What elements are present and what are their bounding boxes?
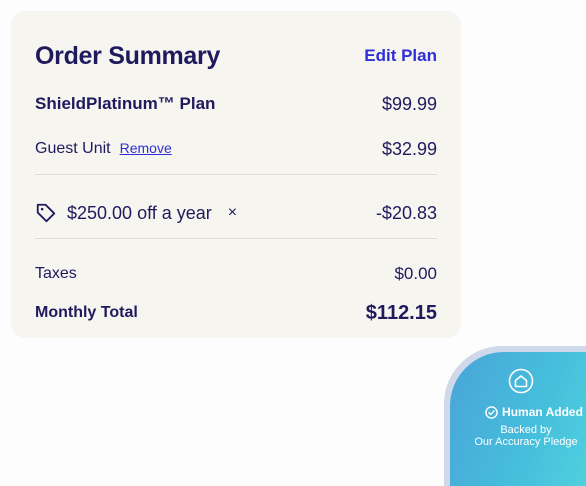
promo-label-group: $250.00 off a year ×: [35, 202, 237, 224]
guest-unit-line-item: Guest Unit Remove $32.99: [35, 136, 437, 162]
promo-description: $250.00 off a year: [67, 202, 212, 223]
remove-guest-unit-link[interactable]: Remove: [120, 140, 172, 156]
remove-promo-button[interactable]: ×: [228, 204, 237, 222]
order-summary-header: Order Summary Edit Plan: [35, 39, 437, 73]
guest-unit-label-group: Guest Unit Remove: [35, 140, 172, 158]
badge-body: Human Added Backed by Our Accuracy Pledg…: [450, 352, 586, 486]
promo-amount: -$20.83: [375, 202, 437, 223]
divider: [35, 238, 437, 239]
guest-unit-price: $32.99: [381, 138, 437, 159]
taxes-value: $0.00: [394, 264, 437, 283]
edit-plan-link[interactable]: Edit Plan: [364, 46, 437, 66]
taxes-line-item: Taxes $0.00: [35, 263, 437, 285]
home-shield-icon: [508, 368, 534, 394]
plan-name: ShieldPlatinum™ Plan: [35, 94, 216, 113]
badge-subtitle-line2: Our Accuracy Pledge: [474, 436, 578, 448]
taxes-label: Taxes: [35, 265, 77, 282]
human-added-badge[interactable]: Human Added Backed by Our Accuracy Pledg…: [444, 346, 586, 486]
monthly-total-label: Monthly Total: [35, 304, 138, 321]
monthly-total-value: $112.15: [365, 301, 437, 324]
badge-title-row: Human Added: [464, 405, 586, 419]
check-circle-icon: [485, 405, 498, 419]
promo-line-item: $250.00 off a year × -$20.83: [35, 199, 437, 227]
tag-icon: [35, 202, 57, 224]
monthly-total-line-item: Monthly Total $112.15: [35, 301, 437, 325]
divider: [35, 174, 437, 175]
order-summary-card: Order Summary Edit Plan ShieldPlatinum™ …: [11, 11, 461, 338]
guest-unit-label: Guest Unit: [35, 140, 111, 157]
badge-title: Human Added: [502, 405, 583, 419]
badge-subtitle: Backed by Our Accuracy Pledge: [456, 424, 586, 448]
plan-price: $99.99: [381, 93, 437, 114]
order-summary-title: Order Summary: [35, 41, 221, 70]
plan-line-item: ShieldPlatinum™ Plan $99.99: [35, 91, 437, 117]
badge-subtitle-line1: Backed by: [500, 424, 552, 436]
